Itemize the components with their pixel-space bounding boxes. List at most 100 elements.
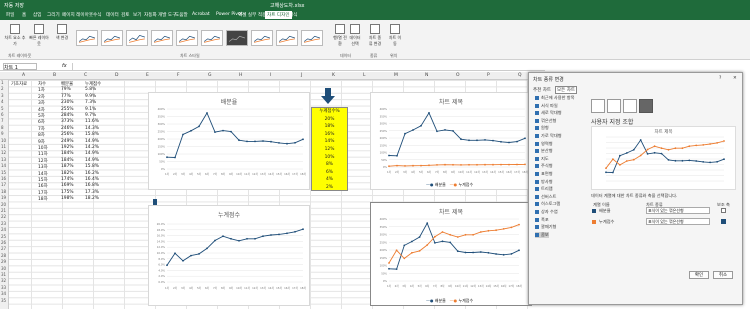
table-cell[interactable]: 373% — [61, 119, 74, 124]
close-icon[interactable]: ✕ — [733, 76, 737, 81]
column-label[interactable]: A — [22, 73, 25, 78]
table-cell[interactable]: 16차 — [38, 183, 48, 189]
row-number[interactable]: 15 — [1, 170, 6, 175]
chart-type-item[interactable]: 최근에 사용한 항목 — [535, 95, 574, 101]
table-cell[interactable]: 14.9% — [85, 151, 99, 156]
column-label[interactable]: F — [177, 73, 180, 78]
row-number[interactable]: 21 — [1, 208, 6, 213]
column-label[interactable]: B — [53, 73, 56, 78]
row-number[interactable]: 4 — [1, 99, 4, 104]
add-chart-element-button[interactable]: 차트 요소 추가 — [4, 24, 26, 47]
row-number[interactable]: 7 — [1, 118, 4, 123]
tab-all-charts[interactable]: 모든 차트 — [555, 86, 577, 94]
fx-icon[interactable]: fx — [62, 63, 67, 69]
chart-style-1[interactable] — [76, 30, 98, 46]
row-number[interactable]: 31 — [1, 272, 6, 277]
chart-type-item[interactable]: 폭포 — [535, 217, 549, 223]
table-cell[interactable]: 14.2% — [85, 145, 99, 150]
table-cell[interactable]: 9.9% — [85, 94, 96, 99]
table-cell[interactable]: 8차 — [38, 132, 45, 138]
autosave-label[interactable]: 자동 저장 — [4, 2, 24, 9]
chart-style-2[interactable] — [101, 30, 123, 46]
tab-6[interactable]: 데이터 — [106, 12, 119, 18]
chart-style-4[interactable] — [151, 30, 173, 46]
row-number[interactable]: 24 — [1, 227, 6, 232]
series-type-select[interactable]: 표식이 있는 꺾은선형 — [646, 218, 710, 225]
chart-type-item[interactable]: 상자 수염 — [535, 209, 558, 215]
row-number[interactable]: 12 — [1, 150, 6, 155]
chart-style-3[interactable] — [126, 30, 148, 46]
table-cell[interactable]: 18.2% — [85, 196, 99, 201]
switch-row-column-button[interactable]: 행/열 전환 — [333, 24, 347, 47]
column-label[interactable]: Q — [518, 73, 522, 78]
row-number[interactable]: 32 — [1, 278, 6, 283]
tab-10[interactable]: 개발 도구 — [158, 12, 176, 18]
row-number[interactable]: 2 — [1, 86, 4, 91]
table-cell[interactable]: 15.8% — [85, 164, 99, 169]
tab-12[interactable]: Acrobat — [192, 12, 210, 17]
table-cell[interactable]: 249% — [61, 139, 74, 144]
tab-15[interactable]: 차트 디자인 — [265, 11, 292, 19]
chart-style-7[interactable] — [226, 30, 248, 46]
row-number[interactable]: 22 — [1, 214, 6, 219]
chart-type-item[interactable]: 방사형 — [535, 179, 553, 185]
row-number[interactable]: 11 — [1, 144, 6, 149]
table-cell[interactable]: 10차 — [38, 145, 48, 151]
chart-type-item[interactable]: 분산형 — [535, 148, 553, 154]
table-cell[interactable]: 256% — [61, 132, 74, 137]
table-header[interactable]: 기초자료 — [11, 81, 27, 87]
row-number[interactable]: 29 — [1, 259, 6, 264]
table-cell[interactable]: 14차 — [38, 171, 48, 177]
row-number[interactable]: 1 — [1, 80, 4, 85]
tab-1[interactable]: 홈 — [22, 12, 26, 18]
table-cell[interactable]: 184% — [61, 158, 74, 163]
tab-3[interactable]: 그리기 — [47, 12, 60, 18]
tab-0[interactable]: 파일 — [6, 12, 14, 18]
table-cell[interactable]: 192% — [61, 145, 74, 150]
table-cell[interactable]: 9.1% — [85, 107, 96, 112]
chart-style-10[interactable] — [301, 30, 323, 46]
row-number[interactable]: 18 — [1, 189, 6, 194]
row-number[interactable]: 30 — [1, 266, 6, 271]
column-label[interactable]: P — [487, 73, 490, 78]
table-header[interactable]: 차수 — [38, 81, 46, 87]
chart-type-item[interactable]: 꺾은선형 — [535, 118, 556, 124]
table-cell[interactable]: 16.4% — [85, 177, 99, 182]
chart-type-item[interactable]: 깔때기형 — [535, 224, 556, 230]
column-label[interactable]: I — [270, 73, 271, 78]
column-label[interactable]: L — [363, 73, 366, 78]
select-data-button[interactable]: 데이터 선택 — [348, 24, 362, 47]
tab-16[interactable]: 서식 — [289, 12, 297, 18]
tab-14[interactable]: 엑셀 실무 적용 — [238, 12, 266, 18]
row-number[interactable]: 20 — [1, 202, 6, 207]
chart-combo-1[interactable]: 차트 제목 1차 2차 3차 4차 5차 6차 7차 8차 9차 10차 11차 12차 13차 14차 1… — [370, 92, 532, 190]
chart-type-item[interactable]: 원형 — [535, 125, 549, 131]
table-cell[interactable]: 15차 — [38, 177, 48, 183]
chart-type-item[interactable]: 히스토그램 — [535, 201, 560, 207]
table-cell[interactable]: 198% — [61, 196, 74, 201]
tab-11[interactable]: 도움말 — [175, 12, 188, 18]
table-cell[interactable]: 14.3% — [85, 126, 99, 131]
column-label[interactable]: K — [332, 73, 335, 78]
table-cell[interactable]: 11.6% — [85, 119, 99, 124]
row-number[interactable]: 14 — [1, 163, 6, 168]
chart-type-item[interactable]: 주식형 — [535, 163, 553, 169]
quick-layout-button[interactable]: 빠른 레이아웃 — [28, 24, 50, 47]
chart-type-item[interactable]: 영역형 — [535, 141, 553, 147]
chart-type-item[interactable]: 콤보 — [535, 231, 549, 238]
formula-input[interactable] — [72, 63, 542, 70]
chart-type-item[interactable]: 트리맵 — [535, 186, 553, 192]
chart-style-5[interactable] — [176, 30, 198, 46]
ok-button[interactable]: 확인 — [689, 271, 709, 279]
table-cell[interactable]: 182% — [61, 171, 74, 176]
column-label[interactable]: O — [456, 73, 460, 78]
row-number[interactable]: 28 — [1, 253, 6, 258]
tab-5[interactable]: 수식 — [93, 12, 101, 18]
change-chart-type-button[interactable]: 차트 종류 변경 — [368, 24, 382, 47]
table-cell[interactable]: 7.3% — [85, 100, 96, 105]
row-number[interactable]: 23 — [1, 221, 6, 226]
table-cell[interactable]: 18차 — [38, 196, 48, 202]
table-cell[interactable]: 184% — [61, 151, 74, 156]
table-cell[interactable]: 3차 — [38, 100, 45, 106]
row-number[interactable]: 8 — [1, 125, 4, 130]
